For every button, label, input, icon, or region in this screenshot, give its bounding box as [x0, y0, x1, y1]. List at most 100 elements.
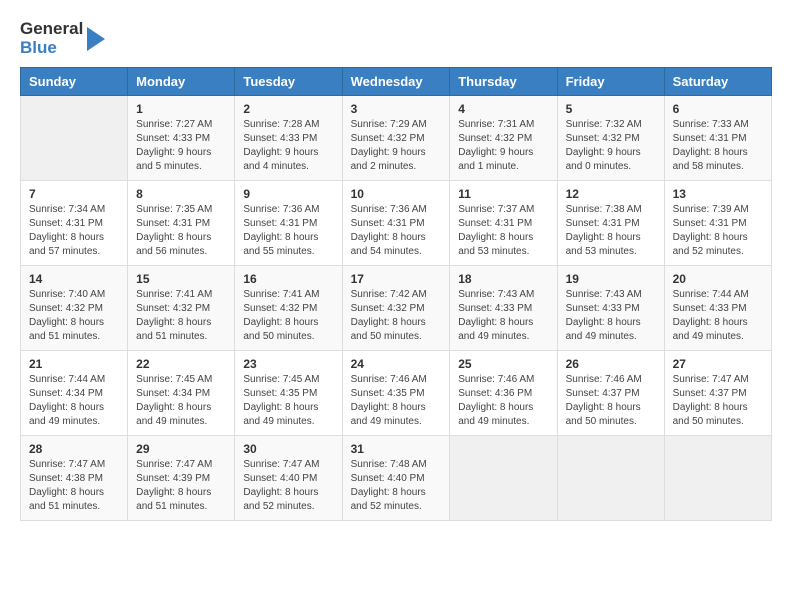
day-number: 9 — [243, 187, 333, 201]
calendar-cell: 23Sunrise: 7:45 AMSunset: 4:35 PMDayligh… — [235, 351, 342, 436]
logo-chevron-icon — [85, 25, 107, 53]
calendar-cell: 17 Sunrise: 7:42 AMSunset: 4:32 PMDayligh… — [342, 266, 450, 351]
cell-content: Sunrise: 7:47 AMSunset: 4:38 PMDaylight:… — [29, 458, 119, 514]
cell-content: Sunrise: 7:36 AMSunset: 4:31 PMDaylight:… — [351, 203, 442, 259]
day-header: Thursday — [450, 68, 557, 96]
cell-content: Sunrise: 7:40 AMSunset: 4:32 PMDaylight:… — [29, 288, 119, 344]
day-number: 20 — [673, 272, 763, 286]
calendar-week-row: 14 Sunrise: 7:40 AMSunset: 4:32 PMDayligh… — [21, 266, 772, 351]
calendar-cell: 5 Sunrise: 7:32 AMSunset: 4:32 PMDaylight… — [557, 96, 664, 181]
cell-content: Sunrise: 7:46 AMSunset: 4:37 PMDaylight:… — [566, 373, 656, 429]
calendar-cell: 26Sunrise: 7:46 AMSunset: 4:37 PMDayligh… — [557, 351, 664, 436]
calendar-cell: 28Sunrise: 7:47 AMSunset: 4:38 PMDayligh… — [21, 436, 128, 521]
calendar-week-row: 21 Sunrise: 7:44 AMSunset: 4:34 PMDayligh… — [21, 351, 772, 436]
day-number: 2 — [243, 102, 333, 116]
calendar-cell: 22Sunrise: 7:45 AMSunset: 4:34 PMDayligh… — [128, 351, 235, 436]
day-number: 4 — [458, 102, 548, 116]
calendar-cell: 6Sunrise: 7:33 AMSunset: 4:31 PMDaylight… — [664, 96, 771, 181]
cell-content: Sunrise: 7:28 AMSunset: 4:33 PMDaylight:… — [243, 118, 333, 174]
calendar-cell: 14 Sunrise: 7:40 AMSunset: 4:32 PMDayligh… — [21, 266, 128, 351]
calendar-cell — [450, 436, 557, 521]
calendar-cell — [664, 436, 771, 521]
day-number: 31 — [351, 442, 442, 456]
calendar-cell: 13 Sunrise: 7:39 AMSunset: 4:31 PMDayligh… — [664, 181, 771, 266]
day-header: Monday — [128, 68, 235, 96]
day-number: 10 — [351, 187, 442, 201]
cell-content: Sunrise: 7:44 AMSunset: 4:33 PMDaylight:… — [673, 288, 763, 344]
calendar-week-row: 7Sunrise: 7:34 AMSunset: 4:31 PMDaylight… — [21, 181, 772, 266]
calendar-cell: 2 Sunrise: 7:28 AMSunset: 4:33 PMDaylight… — [235, 96, 342, 181]
calendar-cell: 19Sunrise: 7:43 AMSunset: 4:33 PMDayligh… — [557, 266, 664, 351]
logo-text: General Blue — [20, 20, 83, 57]
calendar-week-row: 1 Sunrise: 7:27 AMSunset: 4:33 PMDaylight… — [21, 96, 772, 181]
calendar-cell: 15 Sunrise: 7:41 AMSunset: 4:32 PMDayligh… — [128, 266, 235, 351]
cell-content: Sunrise: 7:43 AMSunset: 4:33 PMDaylight:… — [458, 288, 548, 344]
day-header: Saturday — [664, 68, 771, 96]
calendar-cell — [21, 96, 128, 181]
cell-content: Sunrise: 7:38 AMSunset: 4:31 PMDaylight:… — [566, 203, 656, 259]
calendar-cell: 24 Sunrise: 7:46 AMSunset: 4:35 PMDayligh… — [342, 351, 450, 436]
cell-content: Sunrise: 7:47 AMSunset: 4:39 PMDaylight:… — [136, 458, 226, 514]
cell-content: Sunrise: 7:45 AMSunset: 4:35 PMDaylight:… — [243, 373, 333, 429]
day-number: 8 — [136, 187, 226, 201]
days-header-row: SundayMondayTuesdayWednesdayThursdayFrid… — [21, 68, 772, 96]
logo-wrapper: General Blue — [20, 20, 107, 57]
day-number: 5 — [566, 102, 656, 116]
header: General Blue — [20, 20, 772, 57]
calendar-cell — [557, 436, 664, 521]
day-number: 15 — [136, 272, 226, 286]
cell-content: Sunrise: 7:29 AMSunset: 4:32 PMDaylight:… — [351, 118, 442, 174]
day-number: 24 — [351, 357, 442, 371]
calendar-week-row: 28Sunrise: 7:47 AMSunset: 4:38 PMDayligh… — [21, 436, 772, 521]
logo-general: General — [20, 20, 83, 39]
cell-content: Sunrise: 7:44 AMSunset: 4:34 PMDaylight:… — [29, 373, 119, 429]
cell-content: Sunrise: 7:48 AMSunset: 4:40 PMDaylight:… — [351, 458, 442, 514]
logo-blue: Blue — [20, 39, 83, 58]
calendar-cell: 12 Sunrise: 7:38 AMSunset: 4:31 PMDayligh… — [557, 181, 664, 266]
day-number: 25 — [458, 357, 548, 371]
calendar-cell: 11Sunrise: 7:37 AMSunset: 4:31 PMDayligh… — [450, 181, 557, 266]
calendar-cell: 25Sunrise: 7:46 AMSunset: 4:36 PMDayligh… — [450, 351, 557, 436]
day-number: 18 — [458, 272, 548, 286]
day-number: 30 — [243, 442, 333, 456]
day-number: 7 — [29, 187, 119, 201]
calendar-cell: 7Sunrise: 7:34 AMSunset: 4:31 PMDaylight… — [21, 181, 128, 266]
calendar-cell: 8 Sunrise: 7:35 AMSunset: 4:31 PMDaylight… — [128, 181, 235, 266]
calendar-cell: 21 Sunrise: 7:44 AMSunset: 4:34 PMDayligh… — [21, 351, 128, 436]
calendar-table: SundayMondayTuesdayWednesdayThursdayFrid… — [20, 67, 772, 521]
calendar-cell: 9Sunrise: 7:36 AMSunset: 4:31 PMDaylight… — [235, 181, 342, 266]
day-header: Wednesday — [342, 68, 450, 96]
calendar-cell: 3Sunrise: 7:29 AMSunset: 4:32 PMDaylight… — [342, 96, 450, 181]
cell-content: Sunrise: 7:39 AMSunset: 4:31 PMDaylight:… — [673, 203, 763, 259]
cell-content: Sunrise: 7:42 AMSunset: 4:32 PMDaylight:… — [351, 288, 442, 344]
day-number: 27 — [673, 357, 763, 371]
day-header: Sunday — [21, 68, 128, 96]
day-number: 16 — [243, 272, 333, 286]
day-number: 12 — [566, 187, 656, 201]
cell-content: Sunrise: 7:41 AMSunset: 4:32 PMDaylight:… — [136, 288, 226, 344]
cell-content: Sunrise: 7:32 AMSunset: 4:32 PMDaylight:… — [566, 118, 656, 174]
cell-content: Sunrise: 7:47 AMSunset: 4:37 PMDaylight:… — [673, 373, 763, 429]
calendar-cell: 20 Sunrise: 7:44 AMSunset: 4:33 PMDayligh… — [664, 266, 771, 351]
day-number: 21 — [29, 357, 119, 371]
day-number: 13 — [673, 187, 763, 201]
day-number: 19 — [566, 272, 656, 286]
day-number: 6 — [673, 102, 763, 116]
day-header: Tuesday — [235, 68, 342, 96]
cell-content: Sunrise: 7:31 AMSunset: 4:32 PMDaylight:… — [458, 118, 548, 174]
day-header: Friday — [557, 68, 664, 96]
calendar-cell: 27 Sunrise: 7:47 AMSunset: 4:37 PMDayligh… — [664, 351, 771, 436]
day-number: 14 — [29, 272, 119, 286]
day-number: 11 — [458, 187, 548, 201]
day-number: 17 — [351, 272, 442, 286]
calendar-cell: 30Sunrise: 7:47 AMSunset: 4:40 PMDayligh… — [235, 436, 342, 521]
cell-content: Sunrise: 7:46 AMSunset: 4:35 PMDaylight:… — [351, 373, 442, 429]
cell-content: Sunrise: 7:27 AMSunset: 4:33 PMDaylight:… — [136, 118, 226, 174]
day-number: 1 — [136, 102, 226, 116]
calendar-cell: 10 Sunrise: 7:36 AMSunset: 4:31 PMDayligh… — [342, 181, 450, 266]
calendar-cell: 1 Sunrise: 7:27 AMSunset: 4:33 PMDaylight… — [128, 96, 235, 181]
calendar-cell: 18 Sunrise: 7:43 AMSunset: 4:33 PMDayligh… — [450, 266, 557, 351]
cell-content: Sunrise: 7:35 AMSunset: 4:31 PMDaylight:… — [136, 203, 226, 259]
calendar-cell: 31 Sunrise: 7:48 AMSunset: 4:40 PMDayligh… — [342, 436, 450, 521]
day-number: 29 — [136, 442, 226, 456]
